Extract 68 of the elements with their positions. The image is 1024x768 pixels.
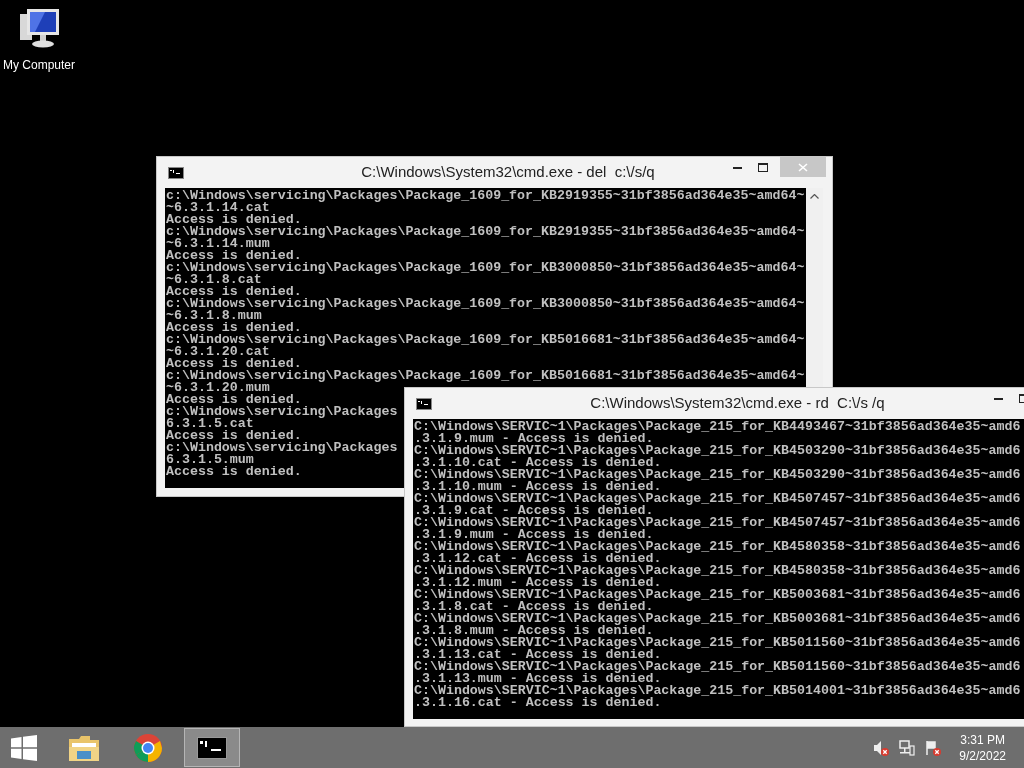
console-line: Access is denied. [166,466,302,478]
console-line: C:\Windows\SERVIC~1\Packages\Package_215_for_KB4503290~31bf3856ad364e35~amd6 [414,445,1021,457]
console-line: c:\Windows\servicing\Packages\Package_1609_for_KB2919355~31bf3856ad364e35~amd64~ [166,190,805,202]
console-line: C:\Windows\SERVIC~1\Packages\Package_215_for_KB5011560~31bf3856ad364e35~amd6 [414,661,1021,673]
console-line: ~6.3.1.14.cat [166,202,270,214]
console-line: Access is denied. [166,358,302,370]
console-line: ~6.3.1.20.mum [166,382,270,394]
minimize-icon [732,165,742,169]
console-line: ~6.3.1.8.cat [166,274,262,286]
console-line: Access is denied. [166,322,302,334]
console-line: .3.1.9.mum - Access is denied. [414,529,654,541]
chrome-icon [133,732,163,763]
folder-icon [68,733,100,762]
console-line: .3.1.16.cat - Access is denied. [414,697,662,709]
console-line: c:\Windows\servicing\Packages\Package_1609_for_KB3000850~31bf3856ad364e35~amd64~ [166,262,805,274]
console-line: 6.3.1.5.cat [166,418,254,430]
console-line: .3.1.9.mum - Access is denied. [414,433,654,445]
console-line: Access is denied. [166,394,302,406]
clock[interactable]: 3:31 PM 9/2/2022 [959,731,1006,764]
console-line: ~6.3.1.14.mum [166,238,270,250]
console-line: .3.1.12.cat - Access is denied. [414,553,662,565]
console-line: .3.1.9.cat - Access is denied. [414,505,654,517]
console-line: .3.1.13.cat - Access is denied. [414,649,662,661]
console-line: c:\Windows\servicing\Packages\Package_1609_for_KB5016681~31bf3856ad364e35~amd64~ [166,334,805,346]
console-icon [197,736,227,759]
console-line: Access is denied. [166,214,302,226]
console-line: C:\Windows\SERVIC~1\Packages\Package_215_for_KB5014001~31bf3856ad364e35~amd6 [414,685,1021,697]
console-line: c:\Windows\servicing\Packages\Package_1609_for_KB2919355~31bf3856ad364e35~amd64~ [166,226,805,238]
console-line: C:\Windows\SERVIC~1\Packages\Package_215_for_KB4580358~31bf3856ad364e35~amd6 [414,565,1021,577]
console-line: Access is denied. [166,430,302,442]
window-title: C:\Windows\System32\cmd.exe - rd C:\/s /q [590,393,885,414]
console-line: ~6.3.1.8.mum [166,310,262,322]
scroll-up-icon [810,194,819,199]
console-line: .3.1.10.cat - Access is denied. [414,457,662,469]
flag-icon [925,739,942,756]
console-line: Access is denied. [166,286,302,298]
console-line: C:\Windows\SERVIC~1\Packages\Package_215_for_KB5003681~31bf3856ad364e35~amd6 [414,589,1021,601]
console-line: c:\Windows\servicing\Packages\Package_1609_for_KB3000850~31bf3856ad364e35~amd64~ [166,298,805,310]
maximize-icon [758,162,768,172]
console-line: c:\Windows\servicing\Packages [166,442,398,454]
console-line: C:\Windows\SERVIC~1\Packages\Package_215_for_KB4507457~31bf3856ad364e35~amd6 [414,493,1021,505]
close-icon [798,162,808,172]
console-line: C:\Windows\SERVIC~1\Packages\Package_215_for_KB4580358~31bf3856ad364e35~amd6 [414,541,1021,553]
console-line: C:\Windows\SERVIC~1\Packages\Package_215_for_KB5003681~31bf3856ad364e35~amd6 [414,613,1021,625]
console-line: 6.3.1.5.mum [166,454,254,466]
desktop-icon[interactable]: My Computer [0,6,78,74]
network-icon [899,739,916,756]
console-line: .3.1.12.mum - Access is denied. [414,577,662,589]
console-line: .3.1.13.mum - Access is denied. [414,673,662,685]
taskbar-button[interactable] [184,728,240,767]
window-title: C:\Windows\System32\cmd.exe - del c:\/s/q [361,162,655,183]
console-line: C:\Windows\SERVIC~1\Packages\Package_215_for_KB4503290~31bf3856ad364e35~amd6 [414,469,1021,481]
console-line: C:\Windows\SERVIC~1\Packages\Package_215_for_KB5011560~31bf3856ad364e35~amd6 [414,637,1021,649]
console-line: c:\Windows\servicing\Packages\Package_1609_for_KB5016681~31bf3856ad364e35~amd64~ [166,370,805,382]
console-line: c:\Windows\servicing\Packages [166,406,398,418]
minimize-icon [993,396,1003,400]
console-line: C:\Windows\SERVIC~1\Packages\Package_215_for_KB4507457~31bf3856ad364e35~amd6 [414,517,1021,529]
console-line: Access is denied. [166,250,302,262]
console-icon [416,397,432,410]
windows-logo-icon [11,734,37,761]
console-icon [168,166,184,179]
console-line: .3.1.8.cat - Access is denied. [414,601,654,613]
muted-speaker-icon [873,739,890,756]
icon-label: My Computer [3,57,75,74]
console-line: .3.1.8.mum - Access is denied. [414,625,654,637]
console-line: C:\Windows\SERVIC~1\Packages\Package_215_for_KB4493467~31bf3856ad364e35~amd6 [414,421,1021,433]
console-line: ~6.3.1.20.cat [166,346,270,358]
console-line: .3.1.10.mum - Access is denied. [414,481,662,493]
